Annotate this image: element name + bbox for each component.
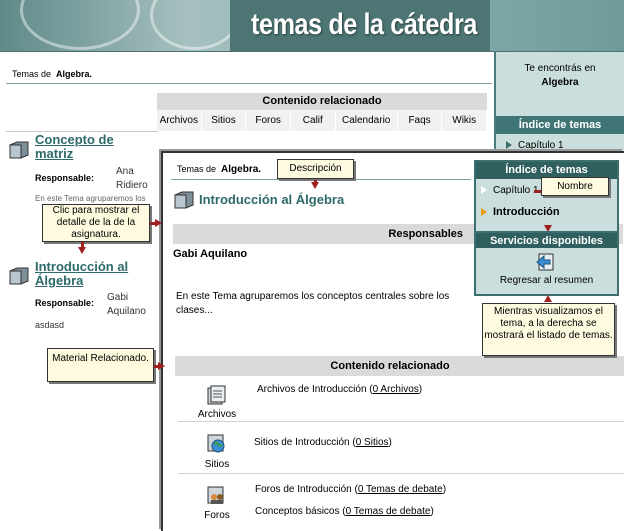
topic-link-concepto-matriz[interactable]: Concepto de matriz: [35, 133, 114, 161]
topic-description: En este Tema agruparemos los conceptos c…: [176, 291, 450, 316]
sites-count-link[interactable]: 0 Sitios: [356, 437, 389, 448]
folder-icon: [9, 141, 29, 159]
arrow-up-icon: [544, 295, 552, 302]
related-header: Contenido relacionado: [157, 93, 487, 110]
detail-breadcrumb: Temas de Algebra.: [177, 164, 262, 175]
col-foros: Foros: [246, 110, 291, 131]
sites-icon: [207, 434, 225, 453]
banner-title: temas de la cátedra: [251, 8, 477, 41]
triangle-right-icon: [481, 186, 487, 194]
callout-description: Descripción: [277, 159, 354, 179]
services-header: Servicios disponibles: [476, 231, 617, 248]
sidebar-index-header: Índice de temas: [496, 116, 624, 134]
col-calendario: Calendario: [335, 110, 398, 131]
divider: [171, 179, 471, 180]
sidebar-item-capitulo-1[interactable]: Capítulo 1: [481, 185, 539, 196]
related-forums-row: Foros de Introducción (0 Temas de debate…: [255, 484, 447, 517]
back-to-summary-button[interactable]: Regresar al resumen: [476, 248, 617, 294]
files-label: Archivos: [197, 409, 237, 420]
callout-name: Nombre: [541, 177, 609, 196]
arrow-right-icon: [158, 362, 165, 370]
responsible-name: Gabi Aquilano: [173, 248, 248, 260]
triangle-right-icon: [506, 141, 512, 149]
col-sitios: Sitios: [201, 110, 247, 131]
arrow-down-icon: [78, 247, 86, 254]
folder-icon: [174, 191, 194, 209]
arrow-stem: [534, 190, 541, 193]
arrow-down-icon: [311, 182, 319, 189]
forums-label: Foros: [204, 510, 230, 521]
location-info: Te encontrás en Algebra: [524, 63, 596, 88]
forums-icon: [207, 486, 224, 504]
back-arrow-icon: [536, 253, 554, 271]
files-count-link[interactable]: 0 Archivos: [373, 384, 419, 395]
related-sites-row: Sitios de Introducción (0 Sitios): [254, 437, 392, 448]
files-icon: [207, 385, 226, 405]
col-archivos: Archivos: [157, 110, 202, 131]
forums-count-link[interactable]: 0 Temas de debate: [358, 484, 443, 495]
topic-link-introduccion-algebra[interactable]: Introducción al Álgebra: [35, 260, 128, 288]
col-wikis: Wikis: [442, 110, 488, 131]
triangle-right-icon: [481, 208, 487, 216]
page-title: Introducción al Álgebra: [199, 192, 345, 207]
sites-label: Sitios: [204, 459, 230, 470]
banner: temas de la cátedra: [0, 0, 624, 52]
col-calif: Calif: [290, 110, 336, 131]
responsible-name: Ana Ridiero: [116, 166, 148, 191]
sidebar-item-introduccion[interactable]: Introducción: [481, 206, 560, 218]
callout-related: Material Relacionado.: [47, 348, 154, 382]
related-content-header: Contenido relacionado: [175, 356, 624, 376]
divider: [178, 473, 624, 474]
arrow-down-icon: [544, 225, 552, 232]
responsible-name: Gabi Aquilano: [107, 292, 146, 317]
background-related-table: Contenido relacionado Archivos Sitios Fo…: [157, 93, 488, 131]
folder-icon: [9, 267, 29, 285]
callout-sidebar: Mientras visualizamos el tema, a la dere…: [482, 303, 615, 356]
basic-concepts-forum-link[interactable]: 0 Temas de debate: [346, 506, 431, 517]
divider: [6, 83, 492, 84]
callout-detail: Clic para mostrar el detalle de la de la…: [42, 204, 150, 242]
topic-description: En este Tema agruparemos los: [35, 194, 146, 203]
responsible-label: Responsable:: [35, 173, 95, 183]
responsible-label: Responsable:: [35, 298, 95, 308]
arrow-right-icon: [155, 219, 162, 227]
topic-description: asdasd: [35, 320, 65, 330]
sidebar-item-capitulo-1[interactable]: Capítulo 1: [506, 140, 564, 151]
background-breadcrumb: Temas de Algebra.: [12, 69, 93, 79]
divider: [178, 421, 624, 422]
col-faqs: Faqs: [397, 110, 443, 131]
related-files-row: Archivos de Introducción (0 Archivos): [257, 384, 423, 395]
